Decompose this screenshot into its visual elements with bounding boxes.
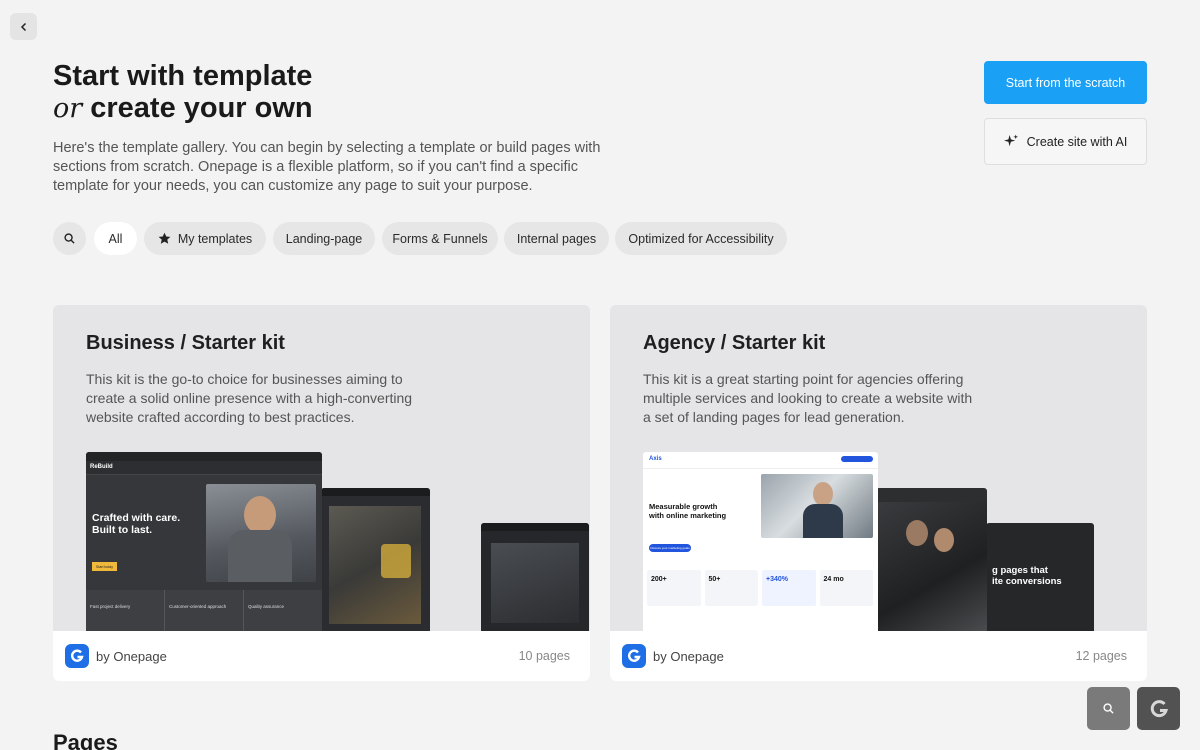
filter-chip-my-templates-label: My templates — [177, 231, 253, 246]
title-line-2: create your own — [90, 92, 313, 124]
pages-section-heading: Pages — [53, 730, 118, 750]
card-title: Agency / Starter kit — [643, 332, 826, 354]
filter-chip-all[interactable]: All — [94, 222, 137, 255]
search-filter-button[interactable] — [53, 222, 86, 255]
preview-page-1: Axis Measurable growth with online marke… — [643, 452, 878, 631]
preview-page-3: g pages that ite conversions — [986, 523, 1094, 631]
search-icon — [1103, 703, 1114, 714]
preview-page-1: ReBuild Crafted with care. Built to last… — [86, 452, 322, 631]
onepage-logo-icon — [1150, 699, 1168, 717]
preview-hero-photo — [761, 474, 873, 538]
preview-feature-2: Customer-oriented approach — [165, 590, 244, 631]
filter-chip-accessibility[interactable]: Optimized for Accessibility — [615, 222, 787, 255]
preview-headline: Crafted with care. Built to last. — [92, 512, 180, 536]
card-title: Business / Starter kit — [86, 332, 285, 354]
card-footer: by Onepage 12 pages — [610, 631, 1147, 681]
filter-chip-landing-page[interactable]: Landing-page — [273, 222, 375, 255]
card-page-count: 10 pages — [518, 649, 570, 663]
preview-cta: Start today — [92, 562, 117, 571]
onepage-logo-icon — [65, 644, 89, 668]
card-footer: by Onepage 10 pages — [53, 631, 590, 681]
preview-stat: +340% — [762, 570, 816, 606]
create-site-ai-button[interactable]: Create site with AI — [984, 118, 1147, 165]
filter-chip-internal-pages[interactable]: Internal pages — [504, 222, 609, 255]
preview-page-2 — [876, 488, 987, 631]
filter-chip-forms-funnels[interactable]: Forms & Funnels — [382, 222, 498, 255]
template-card-agency[interactable]: Agency / Starter kit This kit is a great… — [610, 305, 1147, 681]
card-author: by Onepage — [653, 648, 724, 664]
star-icon — [158, 232, 171, 244]
preview-brand: Axis — [649, 456, 662, 462]
card-description: This kit is a great starting point for a… — [643, 371, 973, 425]
preview-page-2 — [321, 488, 430, 631]
preview-headline-2: Built to last. — [92, 524, 153, 536]
create-site-ai-label: Create site with AI — [1026, 134, 1128, 149]
intro-text: Here's the template gallery. You can beg… — [53, 140, 601, 194]
floating-onepage-button[interactable] — [1137, 687, 1180, 730]
preview-headline-2: with online marketing — [649, 511, 727, 520]
title-or: or — [53, 93, 83, 124]
preview-features: Fast project delivery Customer-oriented … — [86, 590, 322, 631]
card-author: by Onepage — [96, 648, 167, 664]
preview-feature-1: Fast project delivery — [86, 590, 165, 631]
back-button[interactable] — [10, 13, 37, 40]
preview-stat: 24 mo — [819, 570, 873, 606]
chevron-left-icon — [20, 22, 26, 31]
preview-cta: Discuss your marketing goals — [649, 544, 691, 552]
preview-dark-text-2: ite conversions — [992, 576, 1062, 587]
card-page-count: 12 pages — [1075, 649, 1127, 663]
start-from-scratch-button[interactable]: Start from the scratch — [984, 61, 1147, 104]
preview-stat: 50+ — [704, 570, 758, 606]
sparkle-icon — [1003, 134, 1018, 147]
preview-hero-photo — [206, 484, 316, 582]
preview-stats: 200+ 50+ +340% 24 mo — [647, 570, 873, 606]
card-description: This kit is the go-to choice for busines… — [86, 371, 413, 425]
preview-stat: 200+ — [647, 570, 701, 606]
preview-headline-1: Crafted with care. — [92, 512, 181, 524]
preview-feature-3: Quality assurance — [248, 604, 285, 609]
search-icon — [64, 233, 75, 244]
preview-headline-1: Measurable growth — [649, 502, 718, 511]
title-line-1: Start with template — [53, 60, 313, 92]
onepage-logo-icon — [622, 644, 646, 668]
preview-page-3 — [481, 523, 589, 631]
preview-brand: ReBuild — [90, 464, 113, 470]
preview-headline: Measurable growth with online marketing — [649, 502, 726, 520]
filter-chip-my-templates[interactable]: My templates — [144, 222, 266, 255]
preview-dark-text-1: g pages that — [992, 565, 1048, 576]
page-title: Start with template or create your own — [53, 60, 313, 125]
template-card-business[interactable]: Business / Starter kit This kit is the g… — [53, 305, 590, 681]
floating-search-button[interactable] — [1087, 687, 1130, 730]
